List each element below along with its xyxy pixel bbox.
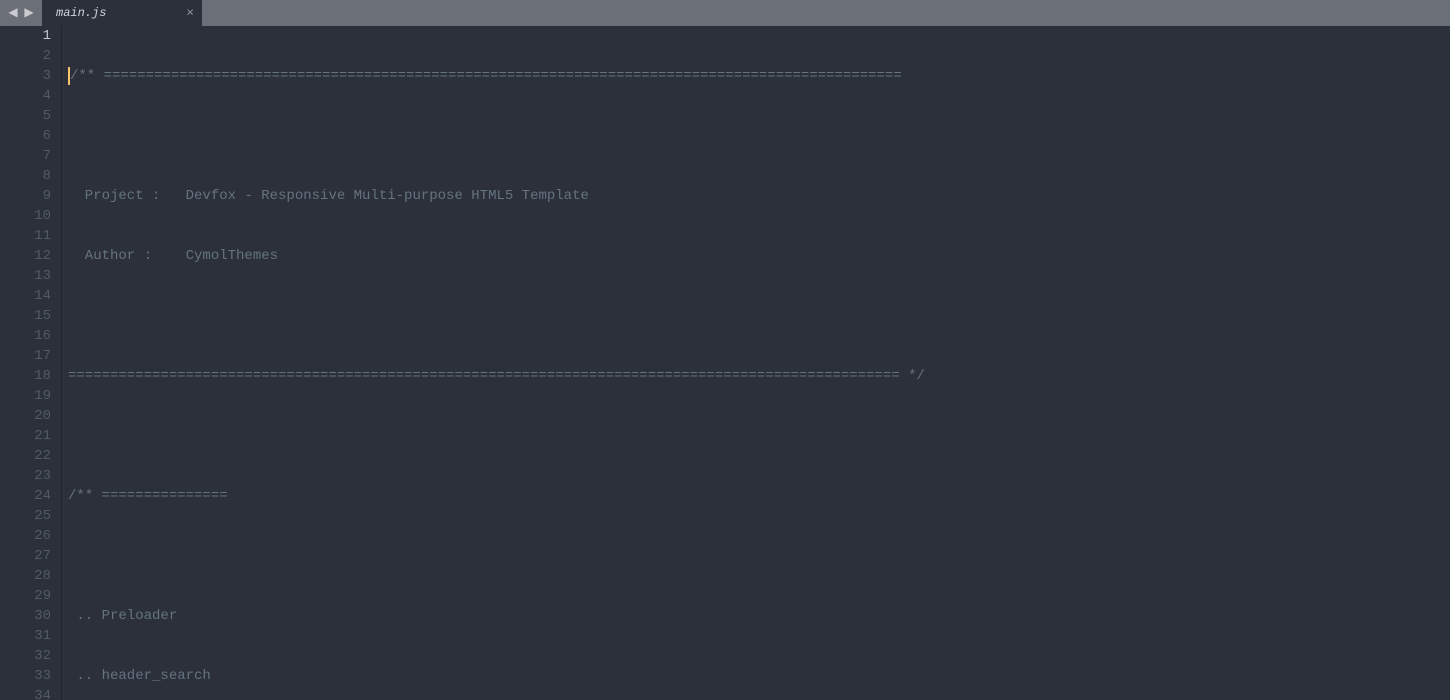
line-number[interactable]: 24	[0, 486, 51, 506]
line-number[interactable]: 4	[0, 86, 51, 106]
history-forward-icon[interactable]: ▶	[22, 6, 36, 20]
close-icon[interactable]: ×	[186, 7, 194, 20]
line-number[interactable]: 2	[0, 46, 51, 66]
code-text: Author : CymolThemes	[68, 246, 278, 266]
line-number[interactable]: 30	[0, 606, 51, 626]
line-number[interactable]: 26	[0, 526, 51, 546]
line-number[interactable]: 5	[0, 106, 51, 126]
line-number-gutter: 1 2 3 4 5 6 7 8 9 10 11 12 13 14 15 16 1…	[0, 26, 62, 700]
code-line[interactable]	[68, 126, 1450, 146]
line-number[interactable]: 10	[0, 206, 51, 226]
code-text: .. header_search	[68, 666, 211, 686]
code-text: .. Preloader	[68, 606, 177, 626]
line-number[interactable]: 18	[0, 366, 51, 386]
line-number[interactable]: 15	[0, 306, 51, 326]
line-number[interactable]: 8	[0, 166, 51, 186]
line-number[interactable]: 27	[0, 546, 51, 566]
code-line[interactable]: .. Preloader	[68, 606, 1450, 626]
line-number[interactable]: 20	[0, 406, 51, 426]
file-tab-label: main.js	[56, 6, 106, 20]
line-number[interactable]: 1	[0, 26, 51, 46]
line-number[interactable]: 32	[0, 646, 51, 666]
code-line[interactable]	[68, 306, 1450, 326]
tab-nav: ◀ ▶	[0, 0, 42, 26]
line-number[interactable]: 9	[0, 186, 51, 206]
line-number[interactable]: 28	[0, 566, 51, 586]
line-number[interactable]: 31	[0, 626, 51, 646]
code-line[interactable]	[68, 546, 1450, 566]
history-back-icon[interactable]: ◀	[6, 6, 20, 20]
line-number[interactable]: 11	[0, 226, 51, 246]
line-number[interactable]: 29	[0, 586, 51, 606]
code-text: /** ====================================…	[70, 66, 902, 86]
line-number[interactable]: 7	[0, 146, 51, 166]
line-number[interactable]: 6	[0, 126, 51, 146]
line-number[interactable]: 13	[0, 266, 51, 286]
code-text: /** ===============	[68, 486, 228, 506]
line-number[interactable]: 21	[0, 426, 51, 446]
line-number[interactable]: 25	[0, 506, 51, 526]
tab-bar-filler	[202, 0, 1450, 26]
code-line[interactable]: Project : Devfox - Responsive Multi-purp…	[68, 186, 1450, 206]
line-number[interactable]: 33	[0, 666, 51, 686]
line-number[interactable]: 12	[0, 246, 51, 266]
tab-bar: ◀ ▶ main.js ×	[0, 0, 1450, 26]
line-number[interactable]: 16	[0, 326, 51, 346]
code-line[interactable]: Author : CymolThemes	[68, 246, 1450, 266]
code-line[interactable]: /** ===============	[68, 486, 1450, 506]
line-number[interactable]: 17	[0, 346, 51, 366]
code-area[interactable]: /** =============== =====================…	[62, 26, 1450, 700]
file-tab[interactable]: main.js ×	[42, 0, 202, 26]
code-line[interactable]	[68, 426, 1450, 446]
line-number[interactable]: 22	[0, 446, 51, 466]
editor: 1 2 3 4 5 6 7 8 9 10 11 12 13 14 15 16 1…	[0, 26, 1450, 700]
code-line[interactable]: ========================================…	[68, 366, 1450, 386]
code-line[interactable]: .. header_search	[68, 666, 1450, 686]
code-line[interactable]: /** ====================================…	[68, 66, 1450, 86]
line-number[interactable]: 14	[0, 286, 51, 306]
code-text: Project : Devfox - Responsive Multi-purp…	[68, 186, 589, 206]
line-number[interactable]: 23	[0, 466, 51, 486]
line-number[interactable]: 3	[0, 66, 51, 86]
code-text: ========================================…	[68, 366, 925, 386]
line-number[interactable]: 19	[0, 386, 51, 406]
line-number[interactable]: 34	[0, 686, 51, 700]
